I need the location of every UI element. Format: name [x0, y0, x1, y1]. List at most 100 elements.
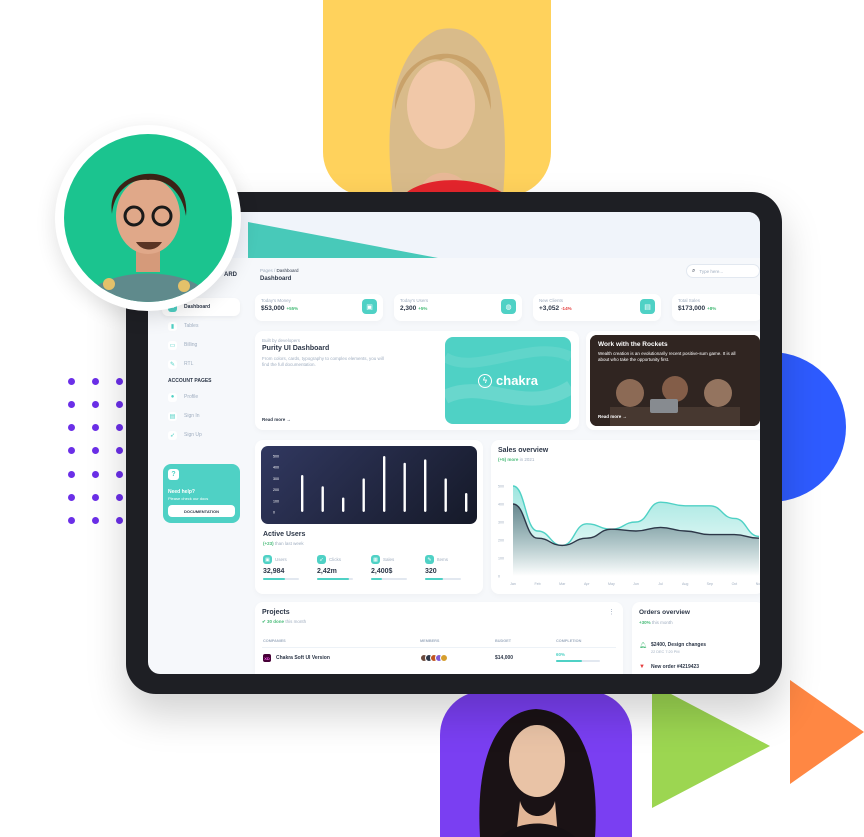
stat-card-users: Today's Users 2,300 +5% ◍: [394, 294, 522, 321]
order-date: 22 DEC 7:20 PM: [651, 650, 680, 654]
globe-icon: ◍: [501, 299, 516, 314]
rocket-icon: ➶: [317, 555, 326, 564]
member-avatars: [420, 654, 448, 662]
breadcrumb-current: Dashboard: [276, 268, 299, 273]
help-text: Please check our docs: [168, 496, 209, 501]
arrow-right-icon: →: [622, 414, 628, 419]
question-icon: ?: [168, 469, 179, 480]
stat-change: +55%: [286, 306, 299, 311]
lightning-icon: ϟ: [478, 373, 493, 388]
y-tick-label: 400: [273, 466, 279, 470]
projects-done: 30 done: [267, 619, 285, 624]
help-card: ? Need help? Please check our docs DOCUM…: [163, 464, 240, 523]
column-header-completion: COMPLETION: [556, 639, 582, 643]
curly-haired-man-photo: [64, 134, 232, 302]
sidebar-item-profile[interactable]: ● Profile: [162, 388, 240, 406]
order-item: 🔔︎ $2400, Design changes 22 DEC 7:20 PM: [639, 642, 706, 654]
order-item: ▼ New order #4219423: [639, 664, 699, 670]
wallet-icon: ▣: [362, 299, 377, 314]
x-tick-label: Mar: [559, 582, 566, 586]
sidebar-item-label: RTL: [184, 361, 194, 367]
stat-label: Total Sales: [678, 298, 701, 303]
search-icon: ⌕: [692, 267, 696, 274]
active-users-subtitle: (+23) than last week: [263, 541, 304, 546]
bar: [321, 486, 324, 512]
order-title: New order #4219423: [651, 664, 700, 670]
wrench-icon: ✎: [425, 555, 434, 564]
document-icon: ▤: [168, 411, 177, 421]
bar: [444, 478, 447, 512]
stat-label: New Clients: [539, 298, 564, 303]
x-tick-label: Aug: [682, 582, 688, 586]
bar: [403, 462, 406, 512]
check-circle-icon: ✔: [262, 619, 266, 624]
y-tick-label: 100: [273, 499, 279, 503]
sidebar-item-rtl[interactable]: ✎ RTL: [162, 355, 240, 373]
man-portrait-illustration: [84, 173, 212, 302]
teal-wedge-shape: [248, 222, 438, 258]
man-avatar-circle: [55, 125, 241, 311]
page-title: Dashboard: [260, 276, 292, 282]
stat-change: -14%: [561, 306, 572, 311]
metric-label: Items: [437, 557, 449, 562]
brand-name: ARD: [224, 272, 237, 278]
projects-done-suffix: this month: [284, 619, 307, 624]
y-tick-label: 300: [498, 521, 504, 525]
dashboard-screen: ARD ⌂ Dashboard ▮ Tables ▭ Billing ✎ RTL…: [148, 212, 760, 674]
metric-value: 2,42m: [317, 568, 337, 575]
metric-progress-fill: [425, 578, 443, 580]
stat-label: Today's Users: [400, 298, 429, 303]
arrow-right-icon: →: [286, 417, 292, 422]
metric-value: 320: [425, 568, 437, 575]
sidebar-item-label: Tables: [184, 323, 199, 329]
x-tick-label: Jun: [633, 582, 639, 586]
rockets-description: Wealth creation is an evolutionarily rec…: [598, 351, 736, 362]
stat-value: +3,052: [539, 305, 560, 312]
avatar: [440, 654, 448, 662]
order-title: $2400, Design changes: [651, 642, 707, 648]
rockets-read-more-link[interactable]: Read more →: [598, 414, 627, 419]
rocket-icon: ➶: [168, 430, 177, 440]
credit-card-icon: ▭: [168, 340, 177, 350]
more-options-icon[interactable]: ⋮: [608, 608, 615, 616]
orange-triangle-shape: [790, 680, 864, 784]
documentation-button[interactable]: DOCUMENTATION: [168, 505, 235, 517]
sidebar-item-tables[interactable]: ▮ Tables: [162, 317, 240, 335]
bar-chart-icon: ▮: [168, 321, 177, 331]
active-users-change-suffix: than last week: [273, 541, 304, 546]
help-title: Need help?: [168, 489, 195, 495]
builder-description: From colors, cards, typography to comple…: [262, 356, 384, 367]
purple-photo-card: [440, 691, 632, 837]
breadcrumb-root[interactable]: Pages: [260, 268, 273, 273]
y-tick-label: 200: [498, 539, 504, 543]
document-icon: ▤: [640, 299, 655, 314]
metric-sales: ▦ Sales 2,400$: [371, 555, 421, 580]
sidebar-item-sign-up[interactable]: ➶ Sign Up: [162, 426, 240, 444]
metric-label: Clicks: [329, 557, 341, 562]
projects-card: Projects ✔ 30 done this month ⋮ COMPANIE…: [255, 602, 623, 674]
search-input[interactable]: ⌕ Type here...: [686, 264, 760, 278]
bar: [362, 478, 365, 512]
stat-value-row: +3,052 -14%: [539, 305, 655, 312]
sidebar-item-label: Dashboard: [184, 304, 211, 310]
wrench-icon: ✎: [168, 359, 177, 369]
active-users-title: Active Users: [263, 531, 306, 538]
sales-overview-card: Sales overview (+5) more in 2021 500 400 3…: [491, 440, 760, 594]
breadcrumb: Pages / Dashboard: [260, 268, 299, 273]
y-tick-label: 200: [273, 488, 279, 492]
sidebar-item-sign-in[interactable]: ▤ Sign In: [162, 407, 240, 425]
column-header-companies: COMPANIES: [263, 639, 286, 643]
active-users-change: (+23): [263, 541, 274, 546]
y-tick-label: 400: [498, 503, 504, 507]
adobe-xd-logo: XD: [263, 654, 271, 662]
completion-progress: [556, 660, 600, 662]
builder-read-more-link[interactable]: Read more →: [262, 417, 291, 422]
active-users-chart-panel: 500 400 300 200 100 0: [261, 446, 477, 524]
bar: [465, 492, 468, 512]
sales-change: (+5) more: [498, 457, 519, 462]
stat-value-row: $53,000 +55%: [261, 305, 377, 312]
orders-subtitle: +30% this month: [639, 620, 757, 625]
metric-users: ▣ Users 32,984: [263, 555, 313, 580]
x-tick-label: Sep: [707, 582, 713, 586]
sidebar-item-billing[interactable]: ▭ Billing: [162, 336, 240, 354]
